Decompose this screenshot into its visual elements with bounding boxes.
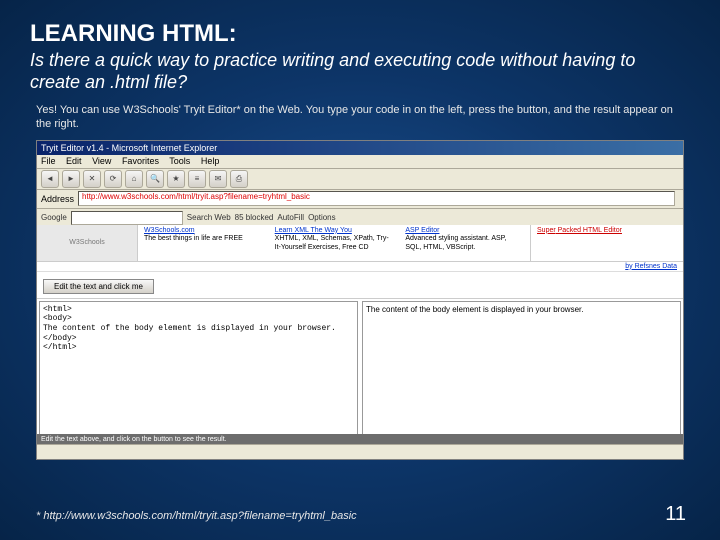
footnote: * http://www.w3schools.com/html/tryit.as… xyxy=(36,510,357,522)
col3-t1: Advanced styling assistant. xyxy=(405,235,489,242)
header-right: Super Packed HTML Editor Examines Facts:… xyxy=(530,225,683,261)
menu-favorites[interactable]: Favorites xyxy=(122,156,159,166)
menu-bar: File Edit View Favorites Tools Help xyxy=(37,155,683,169)
menu-edit[interactable]: Edit xyxy=(66,156,82,166)
code-l3: The content of the body element is displ… xyxy=(43,324,354,334)
code-pane[interactable]: <html> <body> The content of the body el… xyxy=(39,301,358,437)
tagline[interactable]: by Refsnes Data xyxy=(37,262,683,272)
code-l2: <body> xyxy=(43,314,354,324)
slide-description: Yes! You can use W3Schools' Tryit Editor… xyxy=(36,103,690,132)
menu-view[interactable]: View xyxy=(92,156,111,166)
right-t2: XHTML. Pro/power-user tool xyxy=(537,241,677,248)
google-autofill[interactable]: AutoFill xyxy=(277,213,304,222)
status-bar xyxy=(37,444,683,459)
col2-link[interactable]: Learn XML The Way You xyxy=(275,227,394,235)
search-button[interactable]: 🔍 xyxy=(146,170,164,188)
mail-button[interactable]: ✉ xyxy=(209,170,227,188)
col3-link[interactable]: ASP Editor xyxy=(405,227,524,235)
back-button[interactable]: ◄ xyxy=(41,170,59,188)
code-l1: <html> xyxy=(43,305,354,315)
page-number: 11 xyxy=(665,503,686,526)
run-button[interactable]: Edit the text and click me xyxy=(43,279,154,294)
google-search-input[interactable] xyxy=(71,211,183,225)
slide-subtitle: Is there a quick way to practice writing… xyxy=(30,50,690,93)
favorites-button[interactable]: ★ xyxy=(167,170,185,188)
url-input[interactable]: http://www.w3schools.com/html/tryit.asp?… xyxy=(78,191,675,206)
code-l4: </body> xyxy=(43,334,354,344)
right-t1: Examines Facts: CSS, JS, xyxy=(537,234,677,241)
page-content: W3Schools W3Schools.com The best things … xyxy=(37,225,683,445)
col1-link[interactable]: W3Schools.com xyxy=(144,227,263,235)
browser-screenshot: Tryit Editor v1.4 - Microsoft Internet E… xyxy=(36,140,684,460)
toolbar: ◄ ► ✕ ⟳ ⌂ 🔍 ★ ≡ ✉ ⎙ xyxy=(37,169,683,190)
right-t3: suite. xyxy=(537,248,677,255)
header-col-2: Learn XML The Way You XHTML, XML, Schema… xyxy=(269,225,400,261)
home-button[interactable]: ⌂ xyxy=(125,170,143,188)
forward-button[interactable]: ► xyxy=(62,170,80,188)
col2-t1: XHTML, XML, Schemas, xyxy=(275,235,352,242)
google-search-web[interactable]: Search Web xyxy=(187,213,231,222)
slide-title: LEARNING HTML: xyxy=(30,20,690,48)
header-col-3: ASP Editor Advanced styling assistant. A… xyxy=(399,225,530,261)
result-pane: The content of the body element is displ… xyxy=(362,301,681,437)
google-logo: Google xyxy=(41,213,67,222)
editor-panes: <html> <body> The content of the body el… xyxy=(37,299,683,440)
header-col-1: W3Schools.com The best things in life ar… xyxy=(138,225,269,261)
code-l5: </html> xyxy=(43,343,354,353)
col2-t3: Free CD xyxy=(342,244,368,251)
print-button[interactable]: ⎙ xyxy=(230,170,248,188)
refresh-button[interactable]: ⟳ xyxy=(104,170,122,188)
menu-help[interactable]: Help xyxy=(201,156,220,166)
history-button[interactable]: ≡ xyxy=(188,170,206,188)
page-header: W3Schools W3Schools.com The best things … xyxy=(37,225,683,262)
address-bar: Address http://www.w3schools.com/html/tr… xyxy=(37,190,683,209)
google-blocked[interactable]: 85 blocked xyxy=(235,213,274,222)
menu-tools[interactable]: Tools xyxy=(169,156,190,166)
col1-sub: The best things in life are FREE xyxy=(144,235,243,242)
header-image: W3Schools xyxy=(37,225,138,261)
google-options[interactable]: Options xyxy=(308,213,336,222)
stop-button[interactable]: ✕ xyxy=(83,170,101,188)
window-titlebar: Tryit Editor v1.4 - Microsoft Internet E… xyxy=(37,141,683,155)
right-header[interactable]: Super Packed HTML Editor xyxy=(537,227,622,234)
address-label: Address xyxy=(41,194,74,204)
editor-button-bar: Edit the text and click me xyxy=(37,272,683,299)
menu-file[interactable]: File xyxy=(41,156,56,166)
